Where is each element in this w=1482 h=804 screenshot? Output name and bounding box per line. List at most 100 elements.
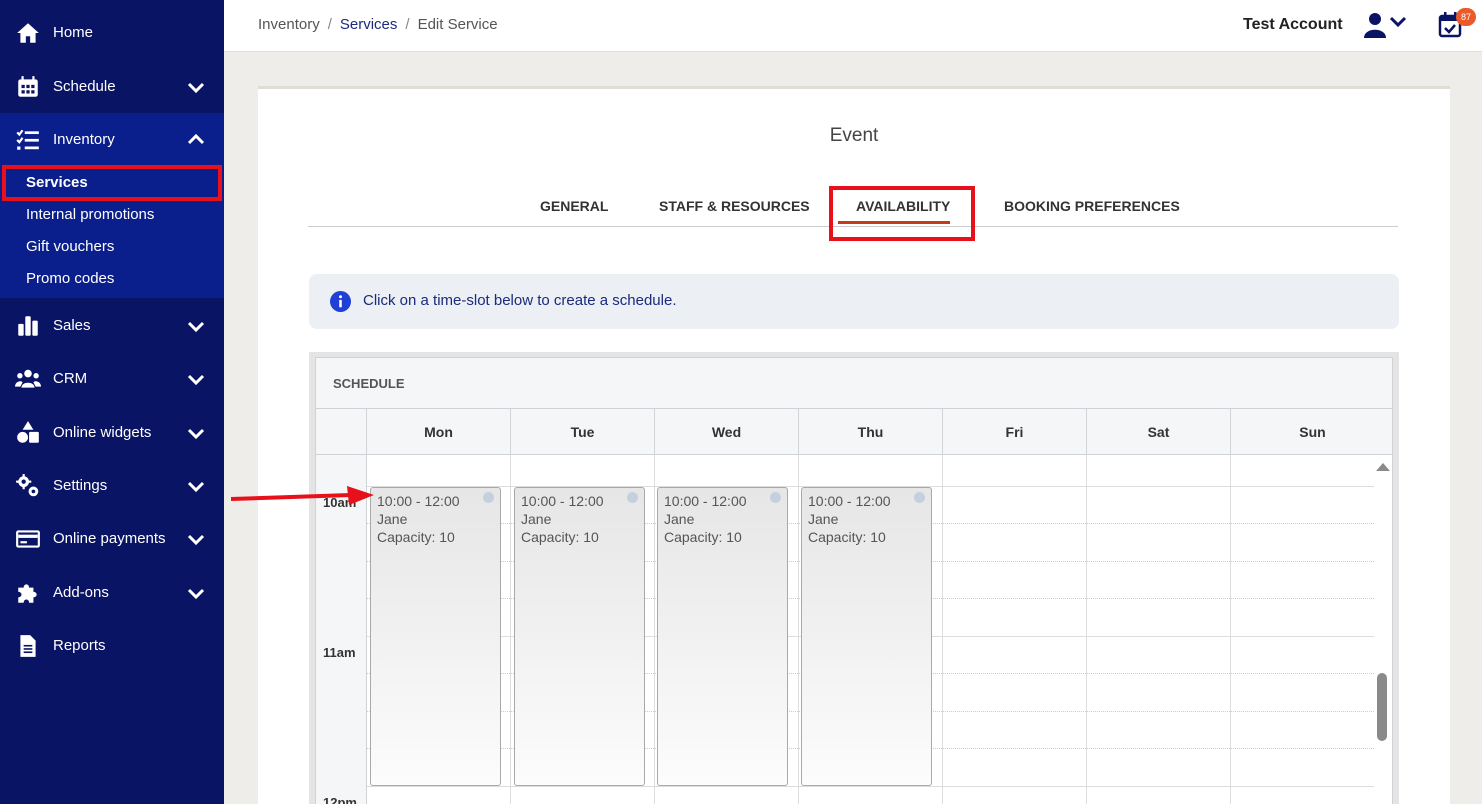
breadcrumb-edit-service: Edit Service [417, 16, 498, 33]
sidebar-item-label: Online payments [53, 530, 166, 547]
chevron-down-icon[interactable] [186, 583, 206, 603]
day-header-wed: Wed [655, 409, 799, 455]
breadcrumb: Inventory / Services / Edit Service [258, 16, 498, 33]
gears-icon [14, 472, 42, 500]
grid-line [367, 786, 1374, 787]
info-banner: Click on a time-slot below to create a s… [309, 274, 1399, 329]
schedule-event-thu[interactable]: 10:00 - 12:00 Jane Capacity: 10 [801, 487, 932, 786]
submenu-item-gift-vouchers[interactable]: Gift vouchers [26, 238, 114, 255]
schedule-event-mon[interactable]: 10:00 - 12:00 Jane Capacity: 10 [370, 487, 501, 786]
event-staff: Jane [521, 511, 552, 527]
shapes-icon [14, 419, 42, 447]
document-icon [14, 632, 42, 660]
user-menu-button[interactable] [1364, 11, 1412, 39]
grid-column-line [510, 455, 511, 804]
event-time: 10:00 - 12:00 [664, 493, 747, 509]
schedule-label: SCHEDULE [333, 376, 405, 391]
puzzle-icon [14, 579, 42, 607]
tab-booking-preferences[interactable]: BOOKING PREFERENCES [1004, 198, 1180, 214]
sidebar-item-crm[interactable]: CRM [0, 352, 224, 405]
day-header-sat: Sat [1087, 409, 1231, 455]
sidebar-item-label: Inventory [53, 131, 115, 148]
scroll-thumb[interactable] [1377, 673, 1387, 741]
chevron-down-icon[interactable] [186, 423, 206, 443]
sidebar-item-schedule[interactable]: Schedule [0, 60, 224, 113]
breadcrumb-services[interactable]: Services [340, 16, 398, 33]
scroll-up-arrow-icon[interactable] [1376, 463, 1390, 471]
grid-column-line [1230, 455, 1231, 804]
schedule-scrollbar[interactable] [1374, 455, 1392, 804]
sidebar-item-sales[interactable]: Sales [0, 299, 224, 352]
event-capacity: Capacity: 10 [521, 529, 599, 545]
credit-card-icon [14, 525, 42, 553]
event-status-dot [770, 492, 781, 503]
chevron-down-icon[interactable] [186, 529, 206, 549]
highlight-box-services [2, 165, 222, 201]
sidebar: Home Schedule Inventory Services Interna… [0, 0, 224, 804]
grid-column-line [942, 455, 943, 804]
submenu-item-promo-codes[interactable]: Promo codes [26, 270, 114, 287]
schedule-header: SCHEDULE [316, 358, 1392, 409]
chevron-down-icon[interactable] [186, 316, 206, 336]
event-capacity: Capacity: 10 [664, 529, 742, 545]
schedule-event-wed[interactable]: 10:00 - 12:00 Jane Capacity: 10 [657, 487, 788, 786]
annotation-arrow-icon [231, 486, 374, 505]
grid-column-line [654, 455, 655, 804]
day-header-fri: Fri [943, 409, 1087, 455]
sidebar-item-inventory[interactable]: Inventory [0, 113, 224, 166]
event-time: 10:00 - 12:00 [521, 493, 604, 509]
schedule-panel: SCHEDULE Mon Tue Wed Thu Fri Sat Sun 10a… [309, 352, 1399, 804]
tab-general[interactable]: GENERAL [540, 198, 608, 214]
hour-label: 11am [323, 645, 356, 660]
sidebar-item-label: Home [53, 24, 94, 41]
event-capacity: Capacity: 10 [377, 529, 455, 545]
event-capacity: Capacity: 10 [808, 529, 886, 545]
home-icon [14, 19, 42, 47]
chevron-up-icon[interactable] [186, 130, 206, 150]
event-staff: Jane [377, 511, 408, 527]
day-header-tue: Tue [511, 409, 655, 455]
event-status-dot [914, 492, 925, 503]
day-header-mon: Mon [367, 409, 511, 455]
day-header-thu: Thu [799, 409, 943, 455]
tab-staff-resources[interactable]: STAFF & RESOURCES [659, 198, 810, 214]
time-gutter-header [316, 409, 367, 455]
breadcrumb-separator: / [405, 16, 410, 33]
calendar-icon [14, 73, 42, 101]
breadcrumb-separator: / [327, 16, 332, 33]
event-status-dot [627, 492, 638, 503]
page-title: Event [829, 125, 879, 146]
edit-service-card: Event GENERAL STAFF & RESOURCES AVAILABI… [258, 86, 1450, 804]
highlight-box-availability [829, 186, 975, 241]
grid-column-line [798, 455, 799, 804]
users-icon [14, 365, 42, 393]
hour-label: 12pm [323, 795, 357, 804]
sidebar-item-home[interactable]: Home [0, 6, 224, 59]
bar-chart-icon [14, 312, 42, 340]
day-header-sun: Sun [1231, 409, 1392, 455]
sidebar-item-settings[interactable]: Settings [0, 459, 224, 512]
sidebar-item-label: Sales [53, 317, 91, 334]
event-time: 10:00 - 12:00 [377, 493, 460, 509]
sidebar-item-label: CRM [53, 370, 88, 387]
chevron-down-icon[interactable] [186, 476, 206, 496]
account-name[interactable]: Test Account [1243, 16, 1343, 34]
sidebar-item-online-payments[interactable]: Online payments [0, 512, 224, 565]
sidebar-item-label: Settings [53, 477, 108, 494]
top-bar: Inventory / Services / Edit Service Test… [224, 0, 1482, 52]
sidebar-item-add-ons[interactable]: Add-ons [0, 566, 224, 619]
sidebar-item-online-widgets[interactable]: Online widgets [0, 406, 224, 459]
grid-column-line [1086, 455, 1087, 804]
schedule-event-tue[interactable]: 10:00 - 12:00 Jane Capacity: 10 [514, 487, 645, 786]
sidebar-item-reports[interactable]: Reports [0, 619, 224, 672]
notification-badge: 87 [1456, 8, 1476, 26]
submenu-item-internal-promotions[interactable]: Internal promotions [26, 206, 154, 223]
event-staff: Jane [664, 511, 695, 527]
chevron-down-icon[interactable] [186, 369, 206, 389]
event-time: 10:00 - 12:00 [808, 493, 891, 509]
chevron-down-icon[interactable] [186, 77, 206, 97]
sidebar-item-label: Reports [53, 637, 106, 654]
breadcrumb-inventory[interactable]: Inventory [258, 16, 320, 33]
sidebar-item-label: Schedule [53, 78, 116, 95]
schedule-calendar: SCHEDULE Mon Tue Wed Thu Fri Sat Sun 10a… [315, 357, 1393, 804]
